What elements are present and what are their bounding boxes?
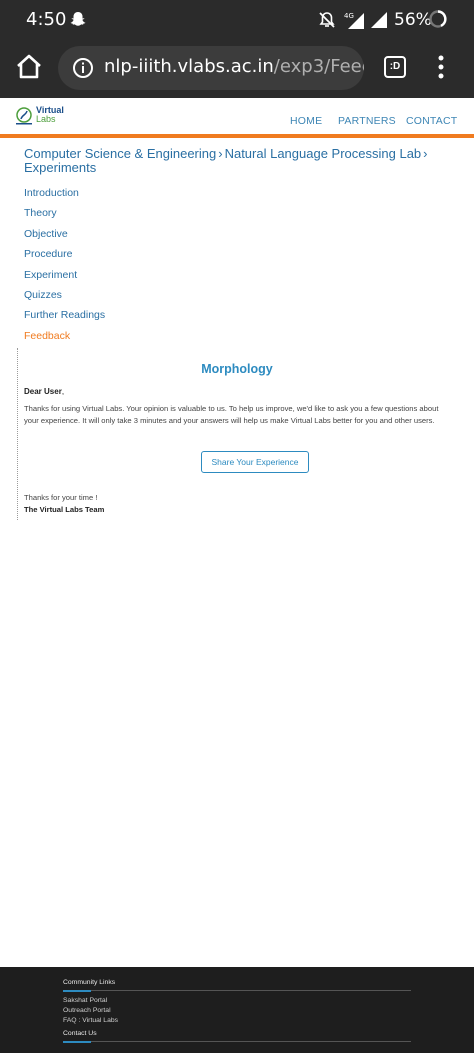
site-header: Virtual Labs HOME PARTNERS CONTACT xyxy=(0,98,474,134)
footer-link-outreach[interactable]: Outreach Portal xyxy=(63,1007,111,1014)
chevron-right-icon: › xyxy=(423,146,428,161)
address-bar[interactable]: nlp-iiith.vlabs.ac.in/exp3/Feed xyxy=(58,46,364,90)
nav-home[interactable]: HOME xyxy=(290,115,322,127)
more-options-icon[interactable] xyxy=(436,54,446,80)
nav-partners[interactable]: PARTNERS xyxy=(338,115,396,127)
signal-icon xyxy=(371,12,387,28)
status-time: 4:50 xyxy=(26,9,67,30)
menu-item-experiment[interactable]: Experiment xyxy=(24,268,105,288)
virtual-labs-logo[interactable]: Virtual Labs xyxy=(14,104,64,130)
site-footer: Community Links Sakshat Portal Outreach … xyxy=(0,967,474,1053)
network-label: 4G xyxy=(344,12,354,20)
footer-link-faq[interactable]: FAQ : Virtual Labs xyxy=(63,1017,118,1024)
url-text: nlp-iiith.vlabs.ac.in/exp3/Feed xyxy=(104,56,364,77)
breadcrumb-item-nlp-lab[interactable]: Natural Language Processing Lab xyxy=(225,146,422,161)
menu-item-objective[interactable]: Objective xyxy=(24,227,105,247)
network-4g-icon: 4G xyxy=(344,12,364,29)
footer-link-sakshat[interactable]: Sakshat Portal xyxy=(63,997,107,1004)
menu-item-introduction[interactable]: Introduction xyxy=(24,186,105,206)
tab-switcher-button[interactable]: :D xyxy=(384,56,406,78)
footer-contact-heading: Contact Us xyxy=(63,1030,97,1037)
breadcrumb-item-experiments[interactable]: Experiments xyxy=(24,160,96,175)
logo-text-labs: Labs xyxy=(36,114,56,124)
status-bar: 4:50 4G 56% xyxy=(0,0,474,40)
menu-item-feedback[interactable]: Feedback xyxy=(24,329,105,349)
thanks-text: Thanks for your time ! xyxy=(24,493,98,502)
footer-divider xyxy=(63,990,411,992)
bell-off-icon xyxy=(319,12,335,28)
header-divider xyxy=(0,134,474,138)
url-path: /exp3/Feed xyxy=(273,56,364,77)
battery-charging-icon xyxy=(429,10,447,28)
experiment-menu: Introduction Theory Objective Procedure … xyxy=(24,186,105,349)
breadcrumb: Computer Science & Engineering › Natural L… xyxy=(24,147,444,175)
greeting: Dear User, xyxy=(24,387,64,396)
breadcrumb-item-cse[interactable]: Computer Science & Engineering xyxy=(24,146,216,161)
snapchat-icon xyxy=(70,12,86,26)
chevron-right-icon: › xyxy=(218,146,223,161)
page-title: Morphology xyxy=(201,362,273,376)
menu-item-quizzes[interactable]: Quizzes xyxy=(24,288,105,308)
footer-community-heading: Community Links xyxy=(63,979,116,986)
feedback-intro-text: Thanks for using Virtual Labs. Your opin… xyxy=(24,404,439,425)
logo-emblem-icon xyxy=(16,107,32,125)
battery-percent: 56% xyxy=(394,10,432,30)
menu-item-further-readings[interactable]: Further Readings xyxy=(24,308,105,328)
menu-item-theory[interactable]: Theory xyxy=(24,206,105,226)
home-icon[interactable] xyxy=(14,52,44,82)
info-icon[interactable] xyxy=(72,57,94,79)
team-signature: The Virtual Labs Team xyxy=(24,505,105,514)
menu-item-procedure[interactable]: Procedure xyxy=(24,247,105,267)
nav-contact[interactable]: CONTACT xyxy=(406,115,457,127)
share-experience-button[interactable]: Share Your Experience xyxy=(201,451,309,473)
footer-divider xyxy=(63,1041,411,1043)
greeting-suffix: , xyxy=(61,387,65,396)
url-host: nlp-iiith.vlabs.ac.in xyxy=(104,56,274,77)
browser-toolbar: nlp-iiith.vlabs.ac.in/exp3/Feed :D xyxy=(0,40,474,98)
greeting-name: Dear User xyxy=(24,387,62,396)
